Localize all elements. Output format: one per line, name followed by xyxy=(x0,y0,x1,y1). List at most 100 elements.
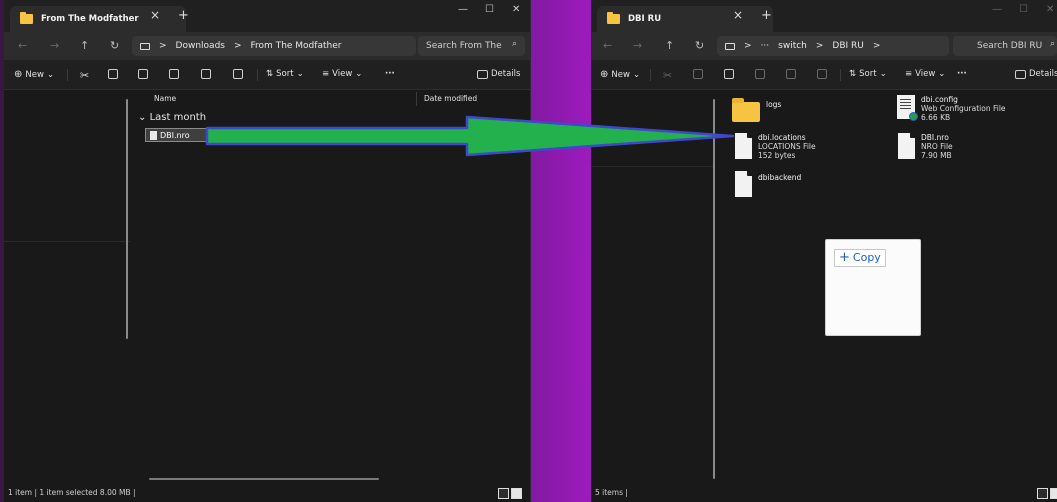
file-item-dbi-config[interactable]: dbi.config Web Configuration File 6.66 K… xyxy=(897,95,1006,122)
tab-bar: From The Modfather × + — ☐ ✕ xyxy=(4,0,530,32)
new-tab-button[interactable]: + xyxy=(178,9,189,22)
more-options-button[interactable]: ··· xyxy=(385,69,395,79)
item-name: DBI.nro xyxy=(921,133,949,142)
tab-close-button[interactable]: × xyxy=(733,8,743,22)
tab-close-button[interactable]: × xyxy=(150,8,160,22)
details-view-button[interactable] xyxy=(498,488,509,499)
rename-icon[interactable] xyxy=(169,69,179,79)
share-icon[interactable] xyxy=(786,69,796,79)
divider xyxy=(257,69,258,81)
new-label: New xyxy=(611,69,630,80)
view-icon: ≡ xyxy=(905,69,913,79)
breadcrumb-dbi-ru[interactable]: DBI RU xyxy=(832,41,863,51)
search-input[interactable]: Search DBI RU ⌕ xyxy=(953,36,1057,56)
delete-icon[interactable] xyxy=(817,69,827,79)
item-type: Web Configuration File xyxy=(921,104,1006,113)
breadcrumb-downloads[interactable]: Downloads xyxy=(176,41,225,51)
up-button[interactable]: ↑ xyxy=(665,39,674,52)
breadcrumb-overflow[interactable]: ··· xyxy=(761,41,770,51)
view-button[interactable]: ≡ View ⌄ xyxy=(322,69,362,79)
address-bar: ← → ↑ ↻ > ··· switch > DBI RU > Search D… xyxy=(591,32,1057,60)
rename-icon[interactable] xyxy=(755,69,765,79)
search-input[interactable]: Search From The ⌕ xyxy=(418,36,525,56)
breadcrumb-from-the-modfather[interactable]: From The Modfather xyxy=(251,41,342,51)
horizontal-scrollbar[interactable] xyxy=(149,478,379,480)
view-toggle xyxy=(1037,488,1057,499)
back-button[interactable]: ← xyxy=(18,39,27,52)
details-view-button[interactable] xyxy=(1037,488,1048,499)
details-label: Details xyxy=(1029,69,1057,79)
status-bar: 5 items | xyxy=(591,484,1057,502)
drag-copy-preview: + Copy xyxy=(825,239,921,336)
copy-icon[interactable] xyxy=(693,69,703,79)
maximize-button[interactable]: ☐ xyxy=(1019,4,1028,15)
search-placeholder: Search From The xyxy=(426,41,502,51)
command-bar: ⊕ New ⌄ ✂ ⇅ Sort ⌄ ≡ View ⌄ ··· Details xyxy=(591,60,1057,90)
item-name: dbi.locations xyxy=(758,133,806,142)
column-header-name[interactable]: Name xyxy=(154,94,176,103)
tab-dbi-ru[interactable]: DBI RU xyxy=(597,6,773,32)
view-button[interactable]: ≡ View ⌄ xyxy=(905,69,945,79)
tab-bar: DBI RU × + — ☐ ✕ xyxy=(591,0,1057,32)
status-text: 1 item | 1 item selected 8.00 MB | xyxy=(8,488,136,497)
file-item-dbi-nro[interactable]: DBI.nro NRO File 7.90 MB xyxy=(898,133,953,160)
file-item-dbibackend[interactable]: dbibackend xyxy=(735,171,801,197)
details-button[interactable]: Details xyxy=(1015,69,1057,79)
refresh-button[interactable]: ↻ xyxy=(110,39,119,52)
details-button[interactable]: Details xyxy=(477,69,520,79)
breadcrumb-separator: > xyxy=(159,41,167,51)
minimize-button[interactable]: — xyxy=(458,4,468,15)
nav-scrollbar[interactable] xyxy=(126,99,128,339)
search-placeholder: Search DBI RU xyxy=(977,41,1043,51)
group-header-last-month[interactable]: ⌄ Last month xyxy=(138,112,206,123)
divider xyxy=(650,69,651,81)
file-item-dbi-locations[interactable]: dbi.locations LOCATIONS File 152 bytes xyxy=(735,133,816,160)
tiles-view-button[interactable] xyxy=(511,488,522,499)
close-window-button[interactable]: ✕ xyxy=(512,4,520,15)
cut-icon[interactable]: ✂ xyxy=(80,69,89,82)
view-toggle xyxy=(498,488,522,499)
navigation-pane[interactable] xyxy=(4,91,130,484)
delete-icon[interactable] xyxy=(233,69,243,79)
new-button[interactable]: ⊕ New ⌄ xyxy=(600,69,640,80)
file-icon xyxy=(150,130,157,140)
share-icon[interactable] xyxy=(201,69,211,79)
plus-circle-icon: ⊕ xyxy=(600,69,609,80)
computer-icon xyxy=(140,42,150,50)
item-name: logs xyxy=(766,100,782,109)
refresh-button[interactable]: ↻ xyxy=(695,39,704,52)
config-file-icon xyxy=(897,95,918,121)
cut-icon[interactable]: ✂ xyxy=(663,69,672,82)
item-type: LOCATIONS File xyxy=(758,142,816,151)
chevron-down-icon: ⌄ xyxy=(632,69,641,80)
chevron-down-icon: ⌄ xyxy=(296,69,304,79)
breadcrumb-separator: > xyxy=(233,41,242,51)
paste-icon[interactable] xyxy=(724,69,734,79)
sort-button[interactable]: ⇅ Sort ⌄ xyxy=(849,69,887,79)
maximize-button[interactable]: ☐ xyxy=(485,4,494,15)
sort-icon: ⇅ xyxy=(849,69,857,79)
forward-button[interactable]: → xyxy=(50,39,59,52)
view-label: View xyxy=(915,69,936,79)
paste-icon[interactable] xyxy=(138,69,148,79)
column-header-date-modified[interactable]: Date modified xyxy=(424,94,477,103)
forward-button[interactable]: → xyxy=(633,39,642,52)
close-window-button[interactable]: ✕ xyxy=(1046,4,1054,15)
divider xyxy=(591,166,715,167)
breadcrumb[interactable]: > Downloads > From The Modfather xyxy=(132,36,416,56)
folder-item-logs[interactable]: logs xyxy=(732,98,781,122)
copy-icon[interactable] xyxy=(108,69,118,79)
breadcrumb[interactable]: > ··· switch > DBI RU > xyxy=(717,36,949,56)
minimize-button[interactable]: — xyxy=(992,4,1002,15)
new-button[interactable]: ⊕ New ⌄ xyxy=(14,69,54,80)
item-type: NRO File xyxy=(921,142,953,151)
file-icon xyxy=(898,133,915,159)
back-button[interactable]: ← xyxy=(603,39,612,52)
breadcrumb-switch[interactable]: switch xyxy=(778,41,807,51)
file-icon xyxy=(735,171,752,197)
more-options-button[interactable]: ··· xyxy=(957,69,967,79)
up-button[interactable]: ↑ xyxy=(80,39,89,52)
new-tab-button[interactable]: + xyxy=(761,9,772,22)
sort-button[interactable]: ⇅ Sort ⌄ xyxy=(266,69,304,79)
tiles-view-button[interactable] xyxy=(1050,488,1057,499)
